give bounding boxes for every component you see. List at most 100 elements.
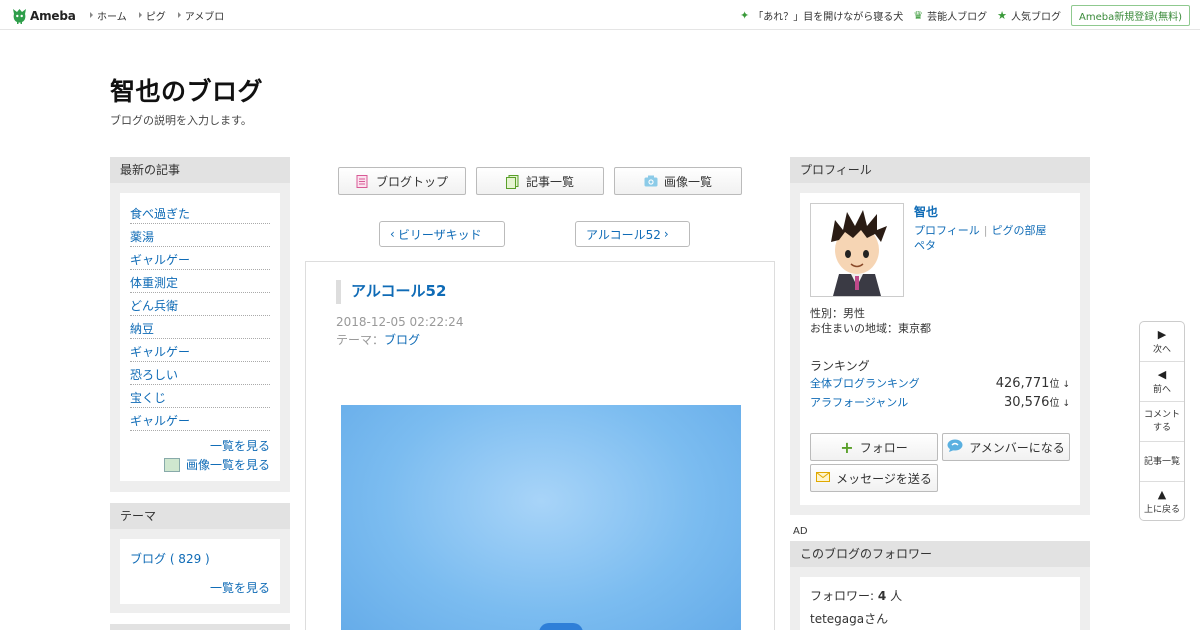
profile-gender: 性別：男性 xyxy=(810,307,865,320)
image-list-label: 画像一覧を見る xyxy=(185,458,270,472)
plus-icon: + xyxy=(840,437,854,457)
theme-body: ブログ ( 829 ) 一覧を見る xyxy=(120,539,280,604)
profile-avatar[interactable] xyxy=(810,203,904,297)
crown-icon: ♛ xyxy=(913,8,924,22)
next-sidebar-box xyxy=(110,624,290,630)
back-to-top-button[interactable]: ▲ 上に戻る xyxy=(1140,482,1184,520)
chevron-left-icon: ‹ xyxy=(390,227,395,241)
profile-name[interactable]: 智也 xyxy=(914,203,938,220)
link-separator: | xyxy=(983,224,988,237)
send-message-button[interactable]: メッセージを送る xyxy=(810,464,938,492)
nav-ameblo[interactable]: アメブロ xyxy=(178,8,225,23)
profile-heading: プロフィール xyxy=(790,157,1090,183)
recent-article-item[interactable]: ギャルゲー xyxy=(130,408,270,431)
trending-link[interactable]: ✦ 「あれ？」目を開けながら寝る犬 xyxy=(740,8,903,23)
follow-label: フォロー xyxy=(859,440,908,455)
prev-article-link[interactable]: ‹ ビリーザキッド xyxy=(379,221,505,247)
nav-home[interactable]: ホーム xyxy=(90,8,127,23)
prev-entry-button[interactable]: ◀ 前へ xyxy=(1140,362,1184,402)
prev-article-label: ビリーザキッド xyxy=(397,227,482,242)
ranking-overall-value: 426,771位 ↓ xyxy=(996,375,1070,391)
triangle-right-icon: ▶ xyxy=(1157,328,1167,341)
profile-link[interactable]: プロフィール xyxy=(914,224,980,237)
profile-links: プロフィール | ピグの部屋 ペタ xyxy=(914,223,1064,253)
article-list-label: 記事一覧 xyxy=(525,174,574,189)
recent-articles-list: 食べ過ぎた 薬湯 ギャルゲー 体重測定 どん兵衛 納豆 ギャルゲー 恐ろしい 宝… xyxy=(120,193,280,481)
profile-info: 性別：男性 お住まいの地域：東京都 xyxy=(810,306,931,336)
ranking-genre-link[interactable]: アラフォージャンル xyxy=(810,394,908,410)
recent-article-item[interactable]: 宝くじ xyxy=(130,385,270,408)
profile-area: お住まいの地域：東京都 xyxy=(810,322,931,335)
blog-title[interactable]: 智也のブログ xyxy=(110,72,263,108)
side-article-list-label: 記事一覧 xyxy=(1143,457,1180,467)
article-photo[interactable] xyxy=(341,405,741,630)
ranking-genre-value: 30,576位 ↓ xyxy=(1004,394,1070,410)
camera-icon xyxy=(644,175,658,188)
followers-count-number: 4 xyxy=(877,589,887,603)
recent-articles-heading: 最新の記事 xyxy=(110,157,290,183)
ranking-genre-number: 30,576 xyxy=(1003,395,1050,410)
triangle-left-icon: ◀ xyxy=(1157,368,1167,381)
theme-item[interactable]: ブログ ( 829 ) xyxy=(130,547,270,567)
ranking-heading: ランキング xyxy=(810,359,870,373)
celebrity-blog-label: 芸能人ブログ xyxy=(927,11,988,23)
amember-button[interactable]: アメンバーになる xyxy=(942,433,1070,461)
recent-more-link[interactable]: 一覧を見る xyxy=(130,437,270,454)
chevron-right-icon: › xyxy=(663,227,669,241)
article-theme-prefix: テーマ： xyxy=(336,333,385,347)
popular-blog-link[interactable]: ★ 人気ブログ xyxy=(997,8,1061,23)
ameba-logo[interactable]: Ameba xyxy=(12,7,76,25)
follow-button[interactable]: + フォロー xyxy=(810,433,938,461)
blog-description: ブログの説明を入力します。 xyxy=(110,114,252,127)
recent-article-item[interactable]: 食べ過ぎた xyxy=(130,201,270,224)
recent-article-item[interactable]: 薬湯 xyxy=(130,224,270,247)
side-article-list-button[interactable]: 記事一覧 xyxy=(1140,442,1184,482)
followers-count: フォロワー: 4 人 xyxy=(810,587,1070,604)
header-right: ✦ 「あれ？」目を開けながら寝る犬 ♛ 芸能人ブログ ★ 人気ブログ Ameba… xyxy=(740,0,1190,30)
follower-item[interactable]: tetegagaさん xyxy=(810,610,1070,627)
image-list-btn-label: 画像一覧 xyxy=(663,174,712,189)
prev-entry-label: 前へ xyxy=(1152,385,1171,395)
image-list-button[interactable]: 画像一覧 xyxy=(614,167,742,195)
theme-more-link[interactable]: 一覧を見る xyxy=(130,579,270,596)
recent-article-item[interactable]: 体重測定 xyxy=(130,270,270,293)
peta-link[interactable]: ペタ xyxy=(914,239,936,252)
followers-box: このブログのフォロワー フォロワー: 4 人 tetegagaさん xyxy=(790,541,1090,630)
sparkle-icon: ✦ xyxy=(740,8,750,22)
document-icon xyxy=(356,174,368,188)
article-title[interactable]: アルコール52 xyxy=(336,280,446,304)
image-list-link[interactable]: 画像一覧を見る xyxy=(130,456,270,473)
ranking-overall-link[interactable]: 全体ブログランキング xyxy=(810,375,920,391)
ranking-unit: 位 xyxy=(1049,398,1060,409)
floating-side-nav: ▶ 次へ ◀ 前へ コメントする 記事一覧 ▲ 上に戻る xyxy=(1139,321,1185,521)
comment-button[interactable]: コメントする xyxy=(1140,402,1184,442)
theme-heading: テーマ xyxy=(110,503,290,529)
next-entry-button[interactable]: ▶ 次へ xyxy=(1140,322,1184,362)
article-list-button[interactable]: 記事一覧 xyxy=(476,167,604,195)
celebrity-blog-link[interactable]: ♛ 芸能人ブログ xyxy=(913,8,987,23)
followers-heading: このブログのフォロワー xyxy=(790,541,1090,567)
popular-blog-label: 人気ブログ xyxy=(1010,11,1061,23)
profile-box: プロフィール 智也 プロフィール | ピグの部屋 ペタ 性別：男性 お住まいの地域：… xyxy=(790,157,1090,515)
arrow-down-icon: ↓ xyxy=(1062,380,1070,390)
ranking-overall-row: 全体ブログランキング 426,771位 ↓ xyxy=(810,375,1070,391)
recent-article-item[interactable]: 恐ろしい xyxy=(130,362,270,385)
recent-article-item[interactable]: 納豆 xyxy=(130,316,270,339)
register-button[interactable]: Ameba新規登録(無料) xyxy=(1070,4,1190,26)
back-to-top-label: 上に戻る xyxy=(1143,505,1180,515)
recent-article-item[interactable]: どん兵衛 xyxy=(130,293,270,316)
theme-box: テーマ ブログ ( 829 ) 一覧を見る xyxy=(110,503,290,613)
ranking-overall-number: 426,771 xyxy=(995,376,1050,391)
pigg-room-link[interactable]: ピグの部屋 xyxy=(992,224,1047,237)
star-icon: ★ xyxy=(997,8,1007,22)
image-gallery-icon xyxy=(163,457,180,472)
article-theme-link[interactable]: ブログ xyxy=(384,333,420,347)
blog-top-button[interactable]: ブログトップ xyxy=(338,167,466,195)
ranking-genre-row: アラフォージャンル 30,576位 ↓ xyxy=(810,394,1070,410)
nav-pigg[interactable]: ピグ xyxy=(139,8,166,23)
next-article-link[interactable]: アルコール52 › xyxy=(575,221,690,247)
logo-text: Ameba xyxy=(30,9,76,23)
ameba-logo-icon xyxy=(12,8,27,24)
recent-article-item[interactable]: ギャルゲー xyxy=(130,339,270,362)
recent-article-item[interactable]: ギャルゲー xyxy=(130,247,270,270)
